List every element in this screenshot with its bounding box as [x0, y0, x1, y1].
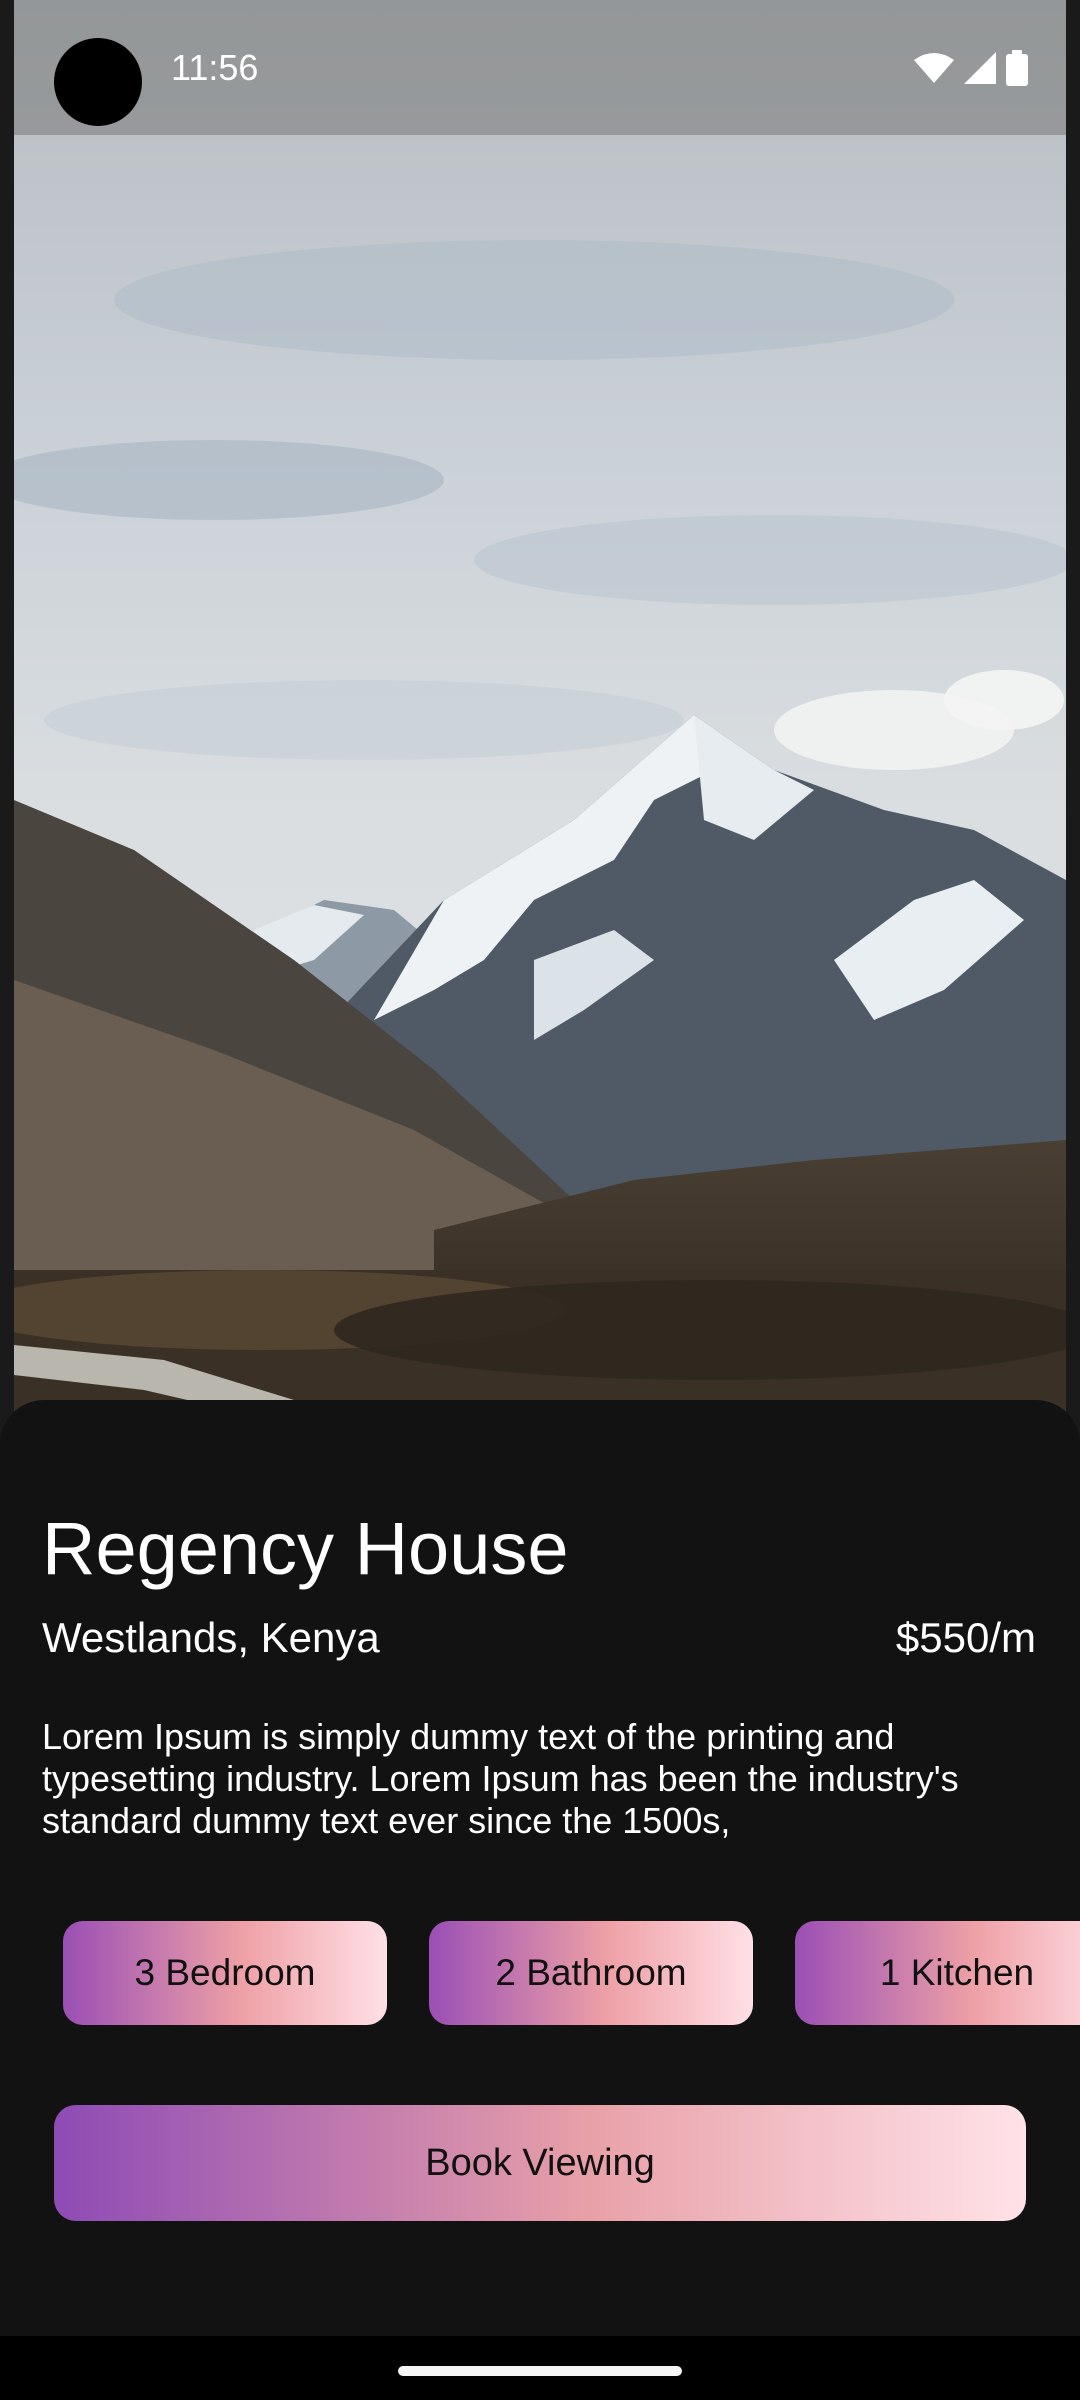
status-time: 11:56 [171, 47, 259, 88]
property-details-sheet: Regency House Westlands, Kenya $550/m Lo… [0, 1400, 1080, 2336]
feature-chip-bedroom[interactable]: 3 Bedroom [63, 1921, 387, 2025]
mountain-landscape-image [14, 0, 1066, 1420]
battery-icon [1006, 50, 1028, 91]
wifi-icon [914, 52, 954, 89]
property-description: Lorem Ipsum is simply dummy text of the … [42, 1716, 959, 1841]
book-viewing-button[interactable]: Book Viewing [54, 2105, 1026, 2221]
status-bar: 11:56 [14, 0, 1066, 135]
navigation-bar [0, 2336, 1080, 2400]
signal-icon [964, 52, 996, 89]
hero-image [14, 0, 1066, 1420]
home-indicator[interactable] [398, 2366, 682, 2376]
property-price: $550/m [895, 1614, 1036, 1661]
app-screen: 11:56 Regency House Westlands, Kenya $55… [0, 0, 1080, 2400]
feature-chips: 3 Bedroom 2 Bathroom 1 Kitchen [63, 1921, 1080, 2025]
feature-chip-bathroom[interactable]: 2 Bathroom [429, 1921, 753, 2025]
property-title: Regency House [42, 1507, 569, 1590]
camera-cutout [54, 38, 142, 126]
status-icons [914, 50, 1028, 91]
property-location: Westlands, Kenya [42, 1614, 380, 1661]
feature-chip-kitchen[interactable]: 1 Kitchen [795, 1921, 1080, 2025]
